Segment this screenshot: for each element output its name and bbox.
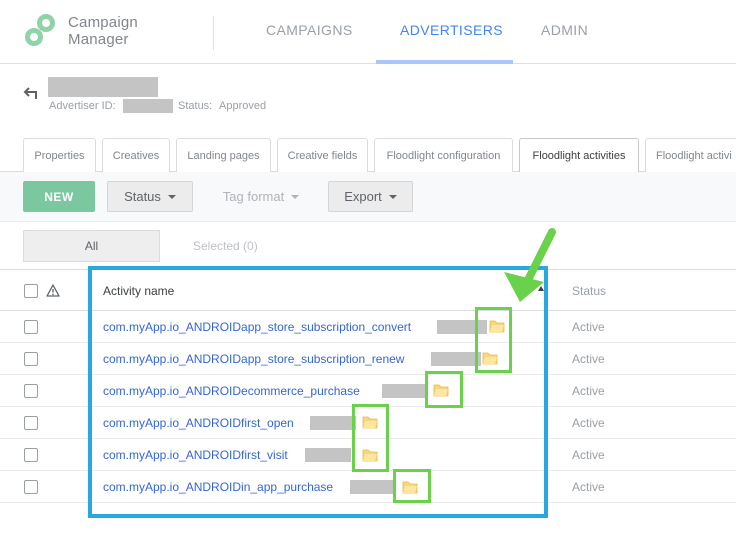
export-label: Export <box>344 189 382 204</box>
tab-floodlight-activities[interactable]: Floodlight activities <box>519 138 639 173</box>
export-dropdown-button[interactable]: Export <box>328 181 413 212</box>
top-divider <box>213 16 214 50</box>
chevron-down-icon <box>291 194 300 199</box>
folder-highlight-row-6 <box>393 469 431 503</box>
tag-format-dropdown-button[interactable]: Tag format <box>212 181 310 212</box>
arrow-back-icon[interactable] <box>22 86 40 100</box>
activity-status: Active <box>572 416 605 430</box>
chevron-down-icon <box>167 194 176 199</box>
tab-landing-pages[interactable]: Landing pages <box>176 138 271 172</box>
row-checkbox[interactable] <box>24 416 38 430</box>
tag-format-label: Tag format <box>222 189 285 204</box>
advertiser-name-redacted <box>48 77 158 97</box>
advertiser-id-label: Advertiser ID: <box>49 100 116 112</box>
tab-properties[interactable]: Properties <box>23 138 96 172</box>
advertiser-sub-tabs: Properties Creatives Landing pages Creat… <box>0 138 736 173</box>
status-dropdown-button[interactable]: Status <box>107 181 193 212</box>
brand-line-2: Manager <box>68 31 129 48</box>
chevron-down-icon <box>388 194 397 199</box>
activity-status: Active <box>572 320 605 334</box>
tab-creatives[interactable]: Creatives <box>102 138 170 172</box>
nav-tab-campaigns[interactable]: CAMPAIGNS <box>266 22 353 38</box>
new-button[interactable]: NEW <box>23 181 95 212</box>
folder-highlight-rows-1-2 <box>475 307 512 373</box>
folder-highlight-rows-4-5 <box>352 404 389 472</box>
annotation-arrow-icon <box>504 228 556 302</box>
activity-status: Active <box>572 384 605 398</box>
row-checkbox[interactable] <box>24 448 38 462</box>
tab-floodlight-configuration[interactable]: Floodlight configuration <box>374 138 513 172</box>
activity-status: Active <box>572 448 605 462</box>
tab-creative-fields[interactable]: Creative fields <box>277 138 368 172</box>
warning-icon <box>46 284 60 297</box>
app-brand-name: Campaign Manager <box>68 14 138 48</box>
advertiser-status-label: Status: <box>178 100 213 112</box>
tab-floodlight-activity-groups[interactable]: Floodlight activi <box>645 138 736 172</box>
row-checkbox[interactable] <box>24 480 38 494</box>
advertiser-status-value: Approved <box>219 100 267 112</box>
filter-selected-button[interactable]: Selected (0) <box>193 239 258 253</box>
select-all-checkbox[interactable] <box>24 284 38 298</box>
active-tab-indicator <box>376 60 513 64</box>
filter-all-button[interactable]: All <box>23 230 160 262</box>
row-checkbox[interactable] <box>24 320 38 334</box>
row-checkbox[interactable] <box>24 352 38 366</box>
selection-filter-bar: All Selected (0) <box>0 222 736 270</box>
action-toolbar: NEW Status Tag format Export <box>0 172 736 222</box>
folder-highlight-row-3 <box>425 371 463 408</box>
campaign-manager-logo-icon[interactable] <box>22 12 58 48</box>
top-app-bar: Campaign Manager CAMPAIGNS ADVERTISERS A… <box>0 0 736 64</box>
nav-tab-admin[interactable]: ADMIN <box>541 22 588 38</box>
status-dropdown-label: Status <box>124 189 161 204</box>
activity-list-highlight <box>88 266 548 518</box>
row-checkbox[interactable] <box>24 384 38 398</box>
activity-status: Active <box>572 352 605 366</box>
advertiser-id-redacted <box>123 99 173 113</box>
nav-tab-advertisers[interactable]: ADVERTISERS <box>400 22 503 38</box>
brand-line-1: Campaign <box>68 14 138 31</box>
activity-status: Active <box>572 480 605 494</box>
column-header-status[interactable]: Status <box>572 284 606 298</box>
